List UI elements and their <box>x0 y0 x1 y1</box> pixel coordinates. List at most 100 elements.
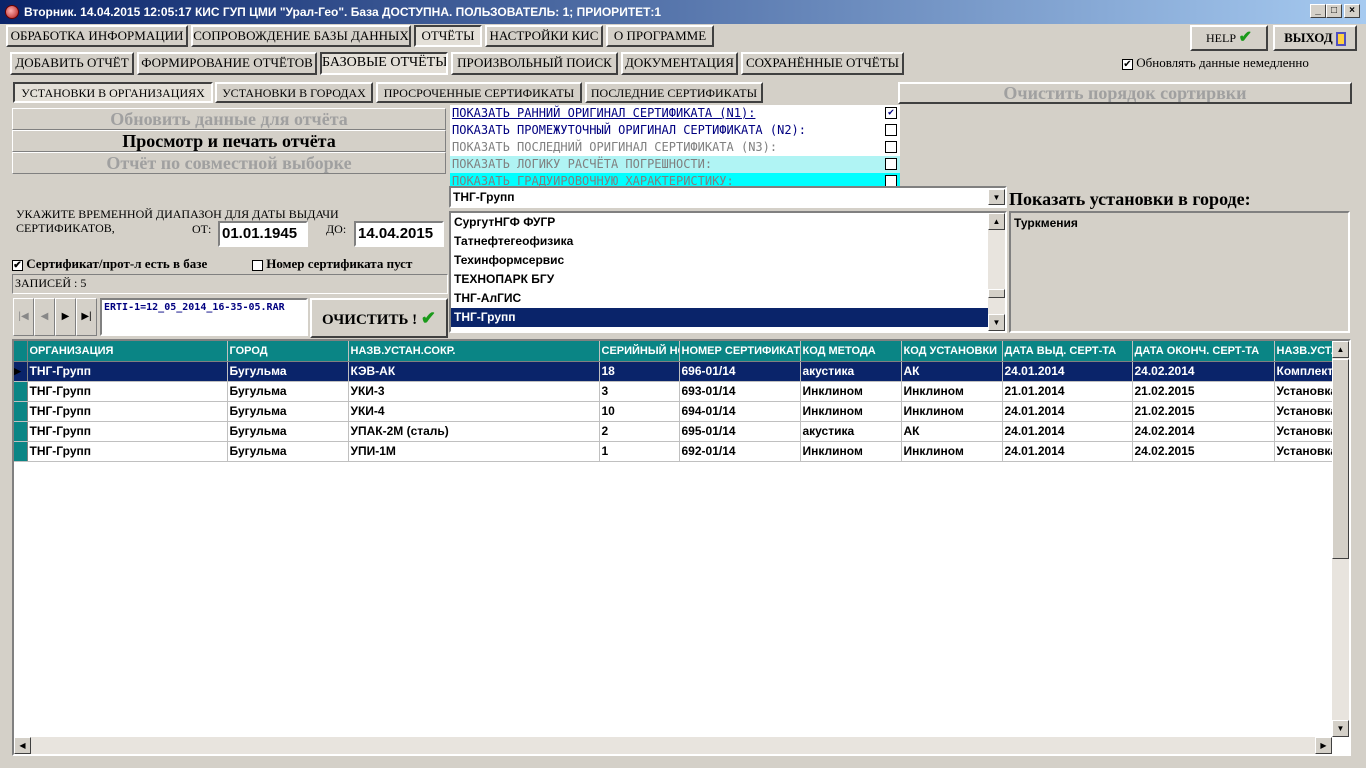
organization-list[interactable]: СургутНГФ ФУГР Татнефтегеофизика Техинформ… <box>449 211 1007 333</box>
scroll-thumb[interactable] <box>1332 359 1349 559</box>
tab-kis-settings[interactable]: НАСТРОЙКИ КИС <box>485 25 603 47</box>
column-header[interactable]: НАЗВ.УСТАН.СОКР. <box>348 341 600 362</box>
minimize-button[interactable]: _ <box>1310 4 1326 18</box>
table-cell[interactable]: 695-01/14 <box>679 421 801 442</box>
table-cell[interactable]: КЭВ-АК <box>348 361 600 382</box>
organization-list-item[interactable]: ТНГ-АлГИС <box>451 289 988 308</box>
scroll-thumb[interactable] <box>988 289 1005 298</box>
clear-sort-button[interactable]: Очистить порядок сортирвки <box>898 82 1352 104</box>
row-indicator[interactable] <box>14 401 28 422</box>
table-cell[interactable]: ТНГ-Групп <box>27 361 228 382</box>
option-row[interactable]: ПОКАЗАТЬ ПРОМЕЖУТОЧНЫЙ ОРИГИНАЛ СЕРТИФИК… <box>450 122 900 139</box>
table-cell[interactable]: Бугульма <box>227 361 349 382</box>
table-cell[interactable]: 24.01.2014 <box>1002 401 1133 422</box>
table-cell[interactable]: Бугульма <box>227 401 349 422</box>
tab-documentation[interactable]: ДОКУМЕНТАЦИЯ <box>621 52 738 75</box>
option-checkbox[interactable] <box>885 141 897 153</box>
table-cell[interactable]: Инклином <box>800 441 902 462</box>
table-cell[interactable]: Инклином <box>800 381 902 402</box>
first-record-button[interactable]: |◀ <box>13 298 34 336</box>
tab-base-reports[interactable]: БАЗОВЫЕ ОТЧЁТЫ <box>320 52 448 75</box>
tab-data-processing[interactable]: ОБРАБОТКА ИНФОРМАЦИИ <box>6 25 188 47</box>
city-list[interactable]: Туркмения <box>1009 211 1350 333</box>
scroll-down-icon[interactable]: ▼ <box>1332 720 1349 737</box>
table-cell[interactable]: Бугульма <box>227 441 349 462</box>
org-list-scrollbar[interactable]: ▲ ▼ <box>988 213 1005 331</box>
cert-exists-checkbox[interactable]: ✔ Сертификат/прот-л есть в базе <box>12 256 207 272</box>
row-indicator[interactable] <box>14 381 28 402</box>
refresh-report-data-button[interactable]: Обновить данные для отчёта <box>12 108 446 130</box>
tab-db-maintenance[interactable]: СОПРОВОЖДЕНИЕ БАЗЫ ДАННЫХ <box>191 25 411 47</box>
table-cell[interactable]: акустика <box>800 361 902 382</box>
organization-list-item[interactable]: ТЕХНОПАРК БГУ <box>451 270 988 289</box>
tab-add-report[interactable]: ДОБАВИТЬ ОТЧЁТ <box>10 52 134 75</box>
tab-expired-certs[interactable]: ПРОСРОЧЕННЫЕ СЕРТИФИКАТЫ <box>376 82 582 103</box>
row-indicator[interactable] <box>14 441 28 462</box>
help-button[interactable]: HELP ✔ <box>1190 25 1268 51</box>
scroll-up-icon[interactable]: ▲ <box>988 213 1005 230</box>
date-from-input[interactable]: 01.01.1945 <box>218 221 308 247</box>
table-cell[interactable]: УКИ-3 <box>348 381 600 402</box>
scroll-down-icon[interactable]: ▼ <box>988 314 1005 331</box>
archive-file-field[interactable]: ERTI-1=12_05_2014_16-35-05.RAR <box>100 298 308 336</box>
installations-grid[interactable]: ОРГАНИЗАЦИЯ ГОРОД НАЗВ.УСТАН.СОКР. СЕРИЙНЫЙ… <box>12 339 1351 756</box>
table-row[interactable]: ТНГ-Групп Бугульма УПИ-1М 1 692-01/14 Инклино… <box>14 441 1349 462</box>
table-row[interactable]: ▶ ТНГ-Групп Бугульма КЭВ-АК 18 696-01/14 акуст… <box>14 361 1349 382</box>
option-checkbox[interactable] <box>885 158 897 170</box>
table-cell[interactable]: 24.02.2015 <box>1132 441 1275 462</box>
table-row[interactable]: ТНГ-Групп Бугульма УПАК-2М (сталь) 2 695-01/… <box>14 421 1349 442</box>
column-header[interactable]: СЕРИЙНЫЙ НОМЕР <box>599 341 680 362</box>
cert-empty-checkbox[interactable]: Номер сертификата пуст <box>252 256 412 272</box>
table-cell[interactable]: Инклином <box>901 381 1003 402</box>
organization-list-item[interactable]: Татнефтегеофизика <box>451 232 988 251</box>
column-header[interactable]: НОМЕР СЕРТИФИКАТА <box>679 341 801 362</box>
table-cell[interactable]: 21.01.2014 <box>1002 381 1133 402</box>
table-cell[interactable]: ТНГ-Групп <box>27 401 228 422</box>
option-row[interactable]: ПОКАЗАТЬ ЛОГИКУ РАСЧЁТА ПОГРЕШНОСТИ: <box>450 156 900 173</box>
clear-button[interactable]: ОЧИСТИТЬ ! ✔ <box>310 298 448 338</box>
tab-about[interactable]: О ПРОГРАММЕ <box>606 25 714 47</box>
option-checkbox[interactable] <box>885 124 897 136</box>
column-header[interactable]: ГОРОД <box>227 341 349 362</box>
tab-latest-certs[interactable]: ПОСЛЕДНИЕ СЕРТИФИКАТЫ <box>585 82 763 103</box>
option-checkbox[interactable]: ✔ <box>885 107 897 119</box>
scroll-right-icon[interactable]: ▶ <box>1315 737 1332 754</box>
table-cell[interactable]: 2 <box>599 421 680 442</box>
organization-list-item[interactable]: СургутНГФ ФУГР <box>451 213 988 232</box>
tab-installations-orgs[interactable]: УСТАНОВКИ В ОРГАНИЗАЦИЯХ <box>13 82 213 103</box>
column-header[interactable]: ОРГАНИЗАЦИЯ <box>27 341 228 362</box>
next-record-button[interactable]: ▶ <box>55 298 76 336</box>
table-cell[interactable]: Инклином <box>901 441 1003 462</box>
table-cell[interactable]: 694-01/14 <box>679 401 801 422</box>
table-cell[interactable]: УКИ-4 <box>348 401 600 422</box>
joint-selection-report-button[interactable]: Отчёт по совместной выборке <box>12 152 446 174</box>
column-header[interactable]: КОД МЕТОДА <box>800 341 902 362</box>
tab-installations-cities[interactable]: УСТАНОВКИ В ГОРОДАХ <box>215 82 373 103</box>
preview-print-button[interactable]: Просмотр и печать отчёта <box>12 130 446 152</box>
table-cell[interactable]: 696-01/14 <box>679 361 801 382</box>
column-header[interactable]: ДАТА ОКОНЧ. СЕРТ-ТА <box>1132 341 1275 362</box>
table-cell[interactable]: ТНГ-Групп <box>27 421 228 442</box>
table-cell[interactable]: 24.02.2014 <box>1132 421 1275 442</box>
table-cell[interactable]: 692-01/14 <box>679 441 801 462</box>
table-cell[interactable]: 10 <box>599 401 680 422</box>
table-cell[interactable]: акустика <box>800 421 902 442</box>
column-header[interactable]: ДАТА ВЫД. СЕРТ-ТА <box>1002 341 1133 362</box>
table-cell[interactable]: 3 <box>599 381 680 402</box>
table-row[interactable]: ТНГ-Групп Бугульма УКИ-3 3 693-01/14 Инклином… <box>14 381 1349 402</box>
refresh-now-checkbox[interactable]: ✔ Обновлять данные немедленно <box>1122 55 1309 71</box>
table-cell[interactable]: АК <box>901 361 1003 382</box>
scroll-left-icon[interactable]: ◀ <box>14 737 31 754</box>
prev-record-button[interactable]: ◀ <box>34 298 55 336</box>
last-record-button[interactable]: ▶| <box>76 298 97 336</box>
table-cell[interactable]: УПИ-1М <box>348 441 600 462</box>
table-cell[interactable]: Инклином <box>901 401 1003 422</box>
table-cell[interactable]: 24.01.2014 <box>1002 361 1133 382</box>
table-cell[interactable]: Бугульма <box>227 421 349 442</box>
close-button[interactable]: × <box>1344 4 1360 18</box>
row-indicator[interactable]: ▶ <box>14 361 28 382</box>
column-header[interactable]: КОД УСТАНОВКИ <box>901 341 1003 362</box>
table-cell[interactable]: 24.02.2014 <box>1132 361 1275 382</box>
table-cell[interactable]: АК <box>901 421 1003 442</box>
organization-combobox[interactable]: ТНГ-Групп ▼ <box>449 186 1007 208</box>
